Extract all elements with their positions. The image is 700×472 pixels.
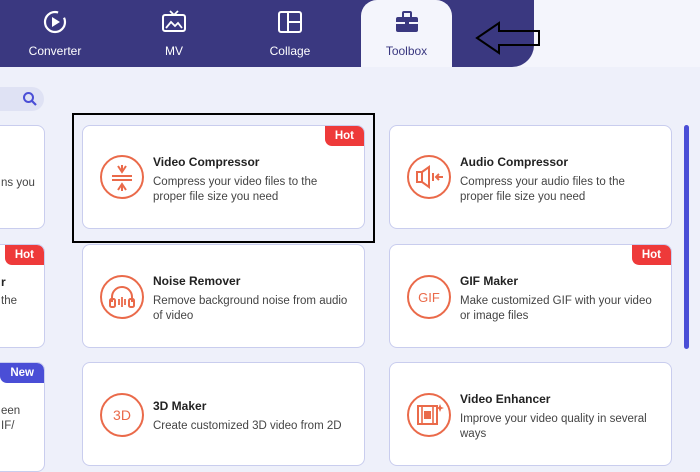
partial-card-1[interactable]: ns you — [0, 125, 45, 229]
tool-card-3d-maker[interactable]: 3D 3D Maker Create customized 3D video f… — [82, 362, 365, 466]
search-icon[interactable] — [22, 91, 38, 107]
tool-description: Improve your video quality in several wa… — [460, 413, 647, 440]
partial-card-text: een — [1, 405, 21, 417]
tool-card-gif-maker[interactable]: Hot GIF GIF Maker Make customized GIF wi… — [389, 244, 672, 348]
top-bar: Converter MV Collage Toolbox — [0, 0, 700, 67]
3d-icon: 3D — [100, 393, 144, 437]
partial-card-title: r — [1, 275, 6, 289]
svg-text:3D: 3D — [113, 407, 131, 423]
tab-toolbox[interactable]: Toolbox — [361, 0, 452, 67]
tool-title: GIF Maker — [460, 274, 519, 288]
tool-description: Remove background noise from audio of vi… — [153, 295, 348, 322]
tab-collage-label: Collage — [269, 44, 311, 58]
partial-card-2[interactable]: Hot r the — [0, 244, 45, 348]
highlight-box — [72, 113, 375, 243]
tab-converter-label: Converter — [28, 44, 82, 58]
tool-title: Video Enhancer — [460, 392, 551, 406]
tool-description: Make customized GIF with your video or i… — [460, 295, 652, 322]
tool-title: Noise Remover — [153, 274, 241, 288]
tool-description: Compress your audio files to the proper … — [460, 176, 625, 203]
tool-card-noise-remover[interactable]: Noise Remover Remove background noise fr… — [82, 244, 365, 348]
scrollbar[interactable] — [684, 125, 689, 349]
toolbox-icon — [395, 11, 418, 32]
tool-title: 3D Maker — [153, 399, 207, 413]
left-arrow-icon — [475, 21, 540, 55]
search-bar[interactable] — [0, 87, 44, 111]
nav-bar: Converter MV Collage — [0, 0, 534, 67]
tab-mv-label: MV — [165, 44, 183, 58]
new-badge: New — [0, 363, 44, 383]
hot-badge: Hot — [631, 245, 671, 265]
collage-icon — [278, 11, 302, 33]
converter-icon — [43, 10, 67, 34]
svg-text:GIF: GIF — [418, 290, 440, 305]
mv-icon — [162, 10, 186, 32]
tool-card-audio-compressor[interactable]: Audio Compressor Compress your audio fil… — [389, 125, 672, 229]
tab-mv[interactable]: MV — [135, 0, 213, 67]
audio-compressor-icon — [407, 155, 451, 199]
tab-collage[interactable]: Collage — [252, 0, 328, 67]
tab-toolbox-label: Toolbox — [385, 44, 428, 58]
video-enhancer-icon — [407, 393, 451, 437]
tool-card-video-enhancer[interactable]: Video Enhancer Improve your video qualit… — [389, 362, 672, 466]
hot-badge: Hot — [4, 245, 44, 265]
partial-card-text: the — [1, 295, 17, 307]
tab-converter[interactable]: Converter — [14, 0, 96, 67]
gif-icon: GIF — [407, 275, 451, 319]
noise-remover-icon — [100, 275, 144, 319]
partial-card-text: IF/ — [1, 420, 15, 432]
partial-card-text: ns you — [1, 177, 35, 189]
partial-card-3[interactable]: New een IF/ — [0, 362, 45, 472]
tool-description: Create customized 3D video from 2D — [153, 420, 342, 432]
tool-title: Audio Compressor — [460, 155, 569, 169]
